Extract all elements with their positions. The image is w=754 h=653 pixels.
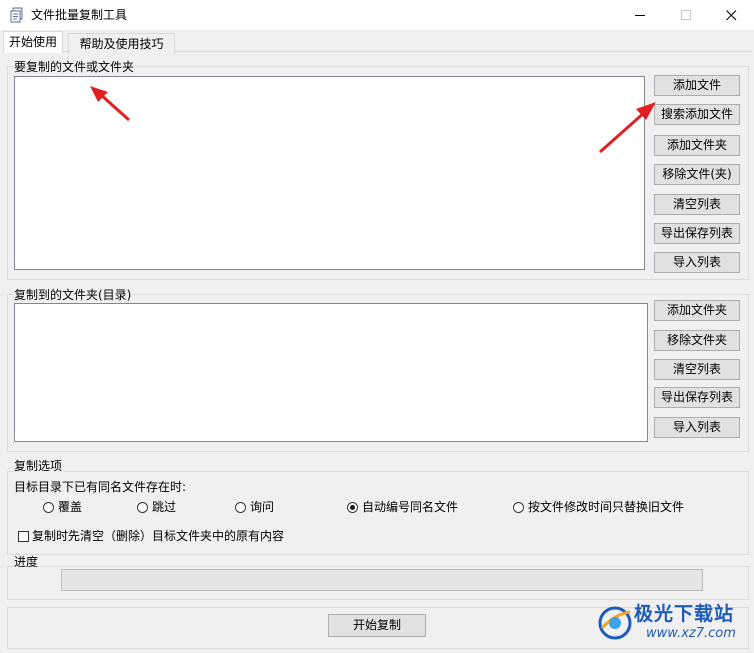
radio-replace-older[interactable]: 按文件修改时间只替换旧文件: [513, 500, 684, 514]
close-icon: [725, 9, 736, 20]
close-button[interactable]: [708, 0, 754, 30]
radio-ask-label: 询问: [250, 500, 275, 514]
search-add-file-button[interactable]: 搜索添加文件: [654, 104, 740, 125]
import-source-list-button[interactable]: 导入列表: [654, 252, 740, 273]
watermark-url: www.xz7.com: [646, 626, 736, 641]
progress-bar: [61, 569, 703, 591]
options-group-legend: 复制选项: [14, 459, 65, 473]
watermark: 极光下载站 www.xz7.com: [596, 600, 748, 648]
app-window: 文件批量复制工具 开始使用 帮助及使用技巧 要复制的文件或文件夹 添加文件 搜索…: [0, 0, 754, 653]
tab-help-tips[interactable]: 帮助及使用技巧: [68, 33, 175, 54]
radio-circle-selected: [347, 501, 358, 513]
radio-replace-older-label: 按文件修改时间只替换旧文件: [528, 500, 685, 514]
maximize-icon: [680, 9, 691, 20]
radio-auto-number-label: 自动编号同名文件: [362, 500, 459, 514]
clear-target-checkbox[interactable]: 复制时先清空（删除）目标文件夹中的原有内容: [18, 529, 284, 543]
title-bar[interactable]: 文件批量复制工具: [0, 0, 754, 30]
radio-ask[interactable]: 询问: [235, 500, 274, 514]
clear-source-list-button[interactable]: 清空列表: [654, 194, 740, 215]
target-folder-list[interactable]: [14, 303, 648, 442]
radio-overwrite[interactable]: 覆盖: [43, 500, 82, 514]
radio-circle: [43, 501, 54, 513]
export-source-list-button[interactable]: 导出保存列表: [654, 223, 740, 244]
radio-dot: [350, 504, 355, 510]
radio-auto-number[interactable]: 自动编号同名文件: [347, 500, 458, 514]
checkbox-box: [18, 530, 29, 542]
radio-overwrite-label: 覆盖: [58, 500, 83, 514]
remove-target-folder-button[interactable]: 移除文件夹: [654, 330, 740, 351]
source-group-legend: 要复制的文件或文件夹: [14, 60, 137, 74]
minimize-button[interactable]: [617, 0, 663, 30]
progress-group-legend: 进度: [14, 555, 41, 569]
app-icon: [10, 7, 23, 23]
watermark-name: 极光下载站: [634, 603, 735, 625]
clear-target-checkbox-label: 复制时先清空（删除）目标文件夹中的原有内容: [32, 529, 285, 543]
add-folder-button[interactable]: 添加文件夹: [654, 135, 740, 156]
tab-get-started[interactable]: 开始使用: [3, 31, 63, 53]
minimize-icon: [634, 14, 645, 16]
radio-skip[interactable]: 跳过: [137, 500, 176, 514]
export-target-list-button[interactable]: 导出保存列表: [654, 387, 740, 408]
import-target-list-button[interactable]: 导入列表: [654, 417, 740, 438]
maximize-button[interactable]: [663, 0, 709, 30]
clear-target-list-button[interactable]: 清空列表: [654, 359, 740, 380]
start-copy-button[interactable]: 开始复制: [328, 614, 426, 637]
remove-file-button[interactable]: 移除文件(夹): [654, 164, 740, 185]
conflict-prompt: 目标目录下已有同名文件存在时:: [14, 480, 187, 494]
source-file-list[interactable]: [14, 76, 645, 270]
target-group-legend: 复制到的文件夹(目录): [14, 288, 134, 302]
add-target-folder-button[interactable]: 添加文件夹: [654, 300, 740, 321]
radio-circle: [513, 501, 524, 513]
window-title: 文件批量复制工具: [31, 8, 128, 22]
watermark-logo-icon: [598, 606, 632, 640]
radio-circle: [235, 501, 246, 513]
radio-circle: [137, 501, 148, 513]
add-file-button[interactable]: 添加文件: [654, 75, 740, 96]
radio-skip-label: 跳过: [152, 500, 177, 514]
